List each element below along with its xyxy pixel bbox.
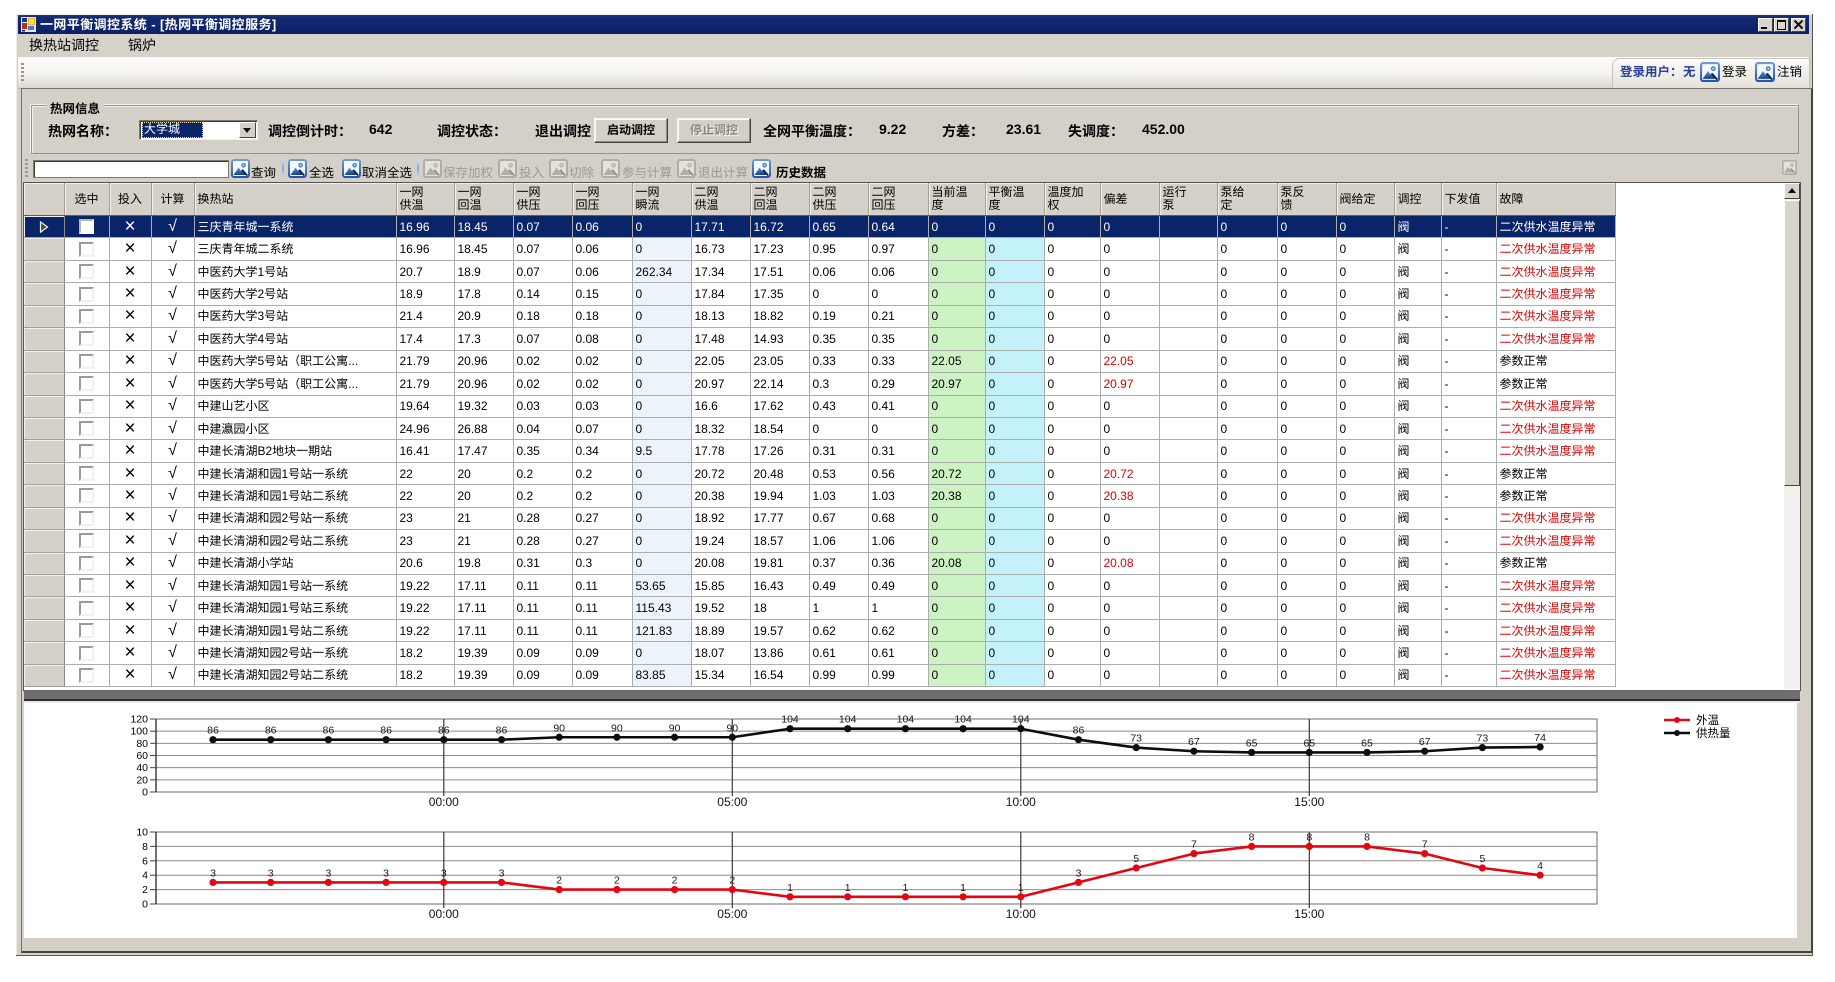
svg-text:104: 104 [954,714,972,726]
svg-text:05:00: 05:00 [717,907,747,921]
svg-text:90: 90 [611,722,623,734]
svg-text:104: 104 [1012,714,1030,726]
svg-text:5: 5 [1479,853,1485,865]
svg-text:104: 104 [781,714,799,726]
svg-text:86: 86 [496,725,508,737]
svg-text:86: 86 [323,725,335,737]
svg-text:10:00: 10:00 [1006,795,1036,809]
svg-text:2: 2 [729,875,735,887]
svg-text:外温: 外温 [1696,713,1719,727]
svg-text:67: 67 [1188,736,1200,748]
svg-text:104: 104 [839,714,857,726]
svg-text:86: 86 [207,725,219,737]
svg-text:7: 7 [1191,839,1197,851]
svg-text:90: 90 [669,722,681,734]
svg-text:4: 4 [1537,860,1543,872]
svg-text:0: 0 [142,787,148,799]
svg-text:3: 3 [325,867,331,879]
svg-text:1: 1 [787,882,793,894]
svg-text:10:00: 10:00 [1006,907,1036,921]
svg-text:90: 90 [553,722,565,734]
svg-text:00:00: 00:00 [429,795,459,809]
svg-text:3: 3 [441,867,447,879]
svg-text:20: 20 [136,774,148,786]
svg-text:1: 1 [845,882,851,894]
svg-text:8: 8 [1306,831,1312,843]
svg-text:6: 6 [142,855,148,867]
svg-text:3: 3 [210,867,216,879]
svg-text:65: 65 [1246,737,1258,749]
svg-text:73: 73 [1130,733,1142,745]
svg-text:90: 90 [726,722,738,734]
svg-text:8: 8 [1364,831,1370,843]
svg-text:7: 7 [1422,839,1428,851]
svg-text:73: 73 [1477,733,1489,745]
svg-text:60: 60 [136,750,148,762]
svg-text:3: 3 [268,867,274,879]
svg-text:00:00: 00:00 [429,907,459,921]
svg-text:40: 40 [136,762,148,774]
svg-text:80: 80 [136,738,148,750]
svg-text:0: 0 [142,899,148,911]
svg-text:120: 120 [130,714,148,726]
svg-text:05:00: 05:00 [717,795,747,809]
svg-text:15:00: 15:00 [1294,795,1324,809]
svg-text:86: 86 [1073,725,1085,737]
svg-text:86: 86 [265,725,277,737]
svg-text:100: 100 [130,726,148,738]
svg-text:2: 2 [614,875,620,887]
svg-text:4: 4 [142,870,148,882]
svg-text:2: 2 [672,875,678,887]
svg-text:15:00: 15:00 [1294,907,1324,921]
svg-text:3: 3 [499,867,505,879]
svg-text:供热量: 供热量 [1696,726,1731,740]
svg-text:5: 5 [1133,853,1139,865]
svg-text:1: 1 [902,882,908,894]
svg-text:10: 10 [136,827,148,839]
svg-text:3: 3 [1076,867,1082,879]
svg-text:65: 65 [1303,737,1315,749]
svg-text:8: 8 [1249,831,1255,843]
svg-text:74: 74 [1534,732,1546,744]
svg-text:2: 2 [556,875,562,887]
svg-text:86: 86 [380,725,392,737]
svg-text:8: 8 [142,841,148,853]
svg-text:1: 1 [1018,882,1024,894]
svg-text:3: 3 [383,867,389,879]
svg-text:65: 65 [1361,737,1373,749]
svg-text:2: 2 [142,884,148,896]
svg-text:86: 86 [438,725,450,737]
svg-text:104: 104 [897,714,915,726]
svg-text:67: 67 [1419,736,1431,748]
svg-text:1: 1 [960,882,966,894]
